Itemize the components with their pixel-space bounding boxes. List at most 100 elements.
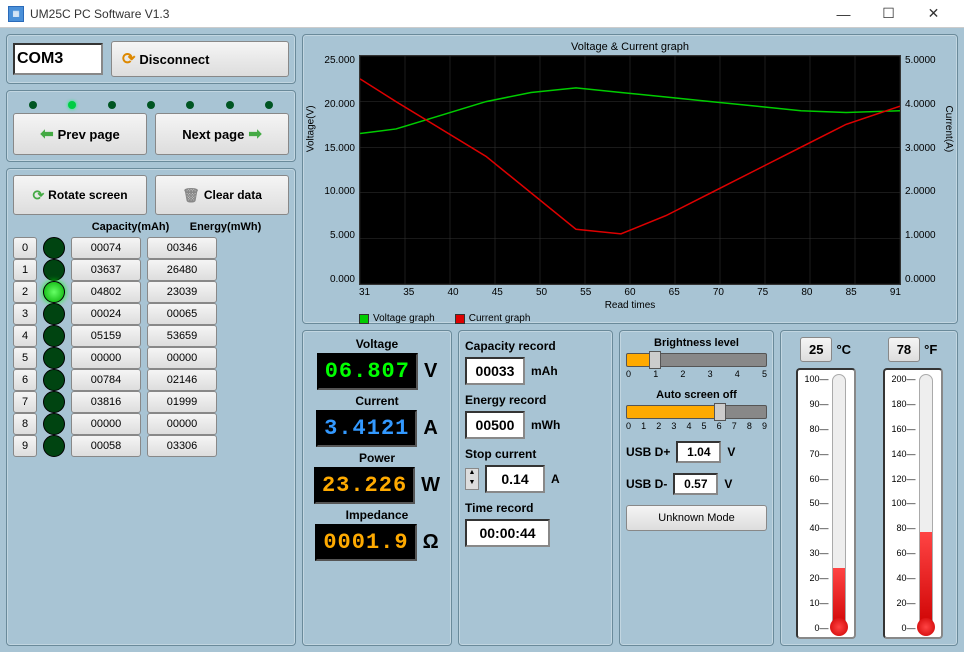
capacity-value: 00058 <box>71 435 141 457</box>
capacity-value: 05159 <box>71 325 141 347</box>
impedance-label: Impedance <box>309 508 445 522</box>
arrow-left-icon: ⬅ <box>40 124 53 144</box>
row-index-button[interactable]: 4 <box>13 325 37 347</box>
energy-value: 00000 <box>147 347 217 369</box>
row-index-button[interactable]: 5 <box>13 347 37 369</box>
usb-dp-label: USB D+ <box>626 445 670 459</box>
energy-value: 02146 <box>147 369 217 391</box>
capacity-value: 00784 <box>71 369 141 391</box>
table-row: 1 03637 26480 <box>13 259 289 281</box>
close-button[interactable]: ✕ <box>911 1 956 27</box>
time-record-label: Time record <box>465 501 606 515</box>
capacity-record-label: Capacity record <box>465 339 606 353</box>
table-row: 4 05159 53659 <box>13 325 289 347</box>
next-page-button[interactable]: Next page ➡ <box>155 113 289 155</box>
stop-current-value[interactable]: 0.14 <box>485 465 545 493</box>
temp-f-value: 78 <box>888 337 920 362</box>
row-index-button[interactable]: 3 <box>13 303 37 325</box>
energy-value: 26480 <box>147 259 217 281</box>
capacity-value: 04802 <box>71 281 141 303</box>
voltage-display: 06.807 <box>317 353 418 390</box>
table-row: 3 00024 00065 <box>13 303 289 325</box>
chart-panel: Voltage & Current graph Voltage(V) 25.00… <box>302 34 958 324</box>
app-icon: ▦ <box>8 6 24 22</box>
nav-panel: ⬅ Prev page Next page ➡ <box>6 90 296 162</box>
arrow-right-icon: ➡ <box>248 124 261 144</box>
titlebar: ▦ UM25C PC Software V1.3 — ☐ ✕ <box>0 0 964 28</box>
energy-value: 00065 <box>147 303 217 325</box>
stop-current-label: Stop current <box>465 447 606 461</box>
maximize-button[interactable]: ☐ <box>866 1 911 27</box>
row-led <box>43 281 65 303</box>
minimize-button[interactable]: — <box>821 1 866 27</box>
measurement-panel: Voltage 06.807V Current 3.4121A Power 23… <box>302 330 452 646</box>
power-display: 23.226 <box>314 467 415 504</box>
capacity-value: 00074 <box>71 237 141 259</box>
window-title: UM25C PC Software V1.3 <box>30 7 821 21</box>
record-panel: Capacity record 00033mAh Energy record 0… <box>458 330 613 646</box>
prev-page-button[interactable]: ⬅ Prev page <box>13 113 147 155</box>
mode-button[interactable]: Unknown Mode <box>626 505 767 531</box>
row-led <box>43 369 65 391</box>
table-row: 2 04802 23039 <box>13 281 289 303</box>
x-axis: 31354045505560657075808591 <box>359 287 901 298</box>
auto-off-slider[interactable] <box>626 405 767 419</box>
row-index-button[interactable]: 7 <box>13 391 37 413</box>
brightness-slider[interactable] <box>626 353 767 367</box>
row-led <box>43 391 65 413</box>
clear-data-button[interactable]: 🗑 Clear data <box>155 175 289 215</box>
chart-legend: Voltage graph Current graph <box>359 313 951 324</box>
energy-value: 00346 <box>147 237 217 259</box>
row-index-button[interactable]: 9 <box>13 435 37 457</box>
energy-record-label: Energy record <box>465 393 606 407</box>
y-axis-right-label: Current(A) <box>944 105 955 152</box>
energy-value: 03306 <box>147 435 217 457</box>
clear-icon: 🗑 <box>182 187 200 204</box>
row-led <box>43 413 65 435</box>
row-index-button[interactable]: 1 <box>13 259 37 281</box>
thermometer-f: 200—180—160—140—120—100—80—60—40—20—0— <box>883 368 943 639</box>
row-index-button[interactable]: 2 <box>13 281 37 303</box>
capacity-value: 03637 <box>71 259 141 281</box>
capacity-value: 00000 <box>71 413 141 435</box>
rotate-icon: ⟳ <box>32 187 44 204</box>
chart-plot <box>359 55 901 285</box>
current-label: Current <box>309 394 445 408</box>
capacity-header: Capacity(mAh) <box>83 221 178 233</box>
energy-value: 53659 <box>147 325 217 347</box>
rotate-screen-button[interactable]: ⟳ Rotate screen <box>13 175 147 215</box>
row-led <box>43 259 65 281</box>
disconnect-button[interactable]: ⟳ Disconnect <box>111 41 289 77</box>
capacity-value: 00000 <box>71 347 141 369</box>
usb-dm-value: 0.57 <box>673 473 718 495</box>
energy-value: 01999 <box>147 391 217 413</box>
voltage-label: Voltage <box>309 337 445 351</box>
connection-panel: ⟳ Disconnect <box>6 34 296 84</box>
y-axis-left-label: Voltage(V) <box>306 105 317 152</box>
row-led <box>43 237 65 259</box>
power-label: Power <box>309 451 445 465</box>
energy-value: 00000 <box>147 413 217 435</box>
control-panel: Brightness level 012345 Auto screen off … <box>619 330 774 646</box>
row-index-button[interactable]: 0 <box>13 237 37 259</box>
com-port-select[interactable] <box>13 43 103 75</box>
thermometer-c: 100—90—80—70—60—50—40—30—20—10—0— <box>796 368 856 639</box>
disconnect-icon: ⟳ <box>122 49 135 69</box>
stop-current-spinner[interactable]: ▲▼ <box>465 468 479 490</box>
table-row: 8 00000 00000 <box>13 413 289 435</box>
time-record-value: 00:00:44 <box>465 519 550 547</box>
energy-value: 23039 <box>147 281 217 303</box>
page-leds <box>13 97 289 113</box>
capacity-record-value: 00033 <box>465 357 525 385</box>
row-led <box>43 347 65 369</box>
usb-dp-value: 1.04 <box>676 441 721 463</box>
row-index-button[interactable]: 8 <box>13 413 37 435</box>
energy-header: Energy(mWh) <box>178 221 273 233</box>
y-axis-right: 5.00004.00003.00002.00001.00000.0000 <box>901 55 951 285</box>
row-led <box>43 325 65 347</box>
row-index-button[interactable]: 6 <box>13 369 37 391</box>
table-row: 7 03816 01999 <box>13 391 289 413</box>
chart-title: Voltage & Current graph <box>309 41 951 53</box>
current-display: 3.4121 <box>316 410 417 447</box>
capacity-value: 03816 <box>71 391 141 413</box>
